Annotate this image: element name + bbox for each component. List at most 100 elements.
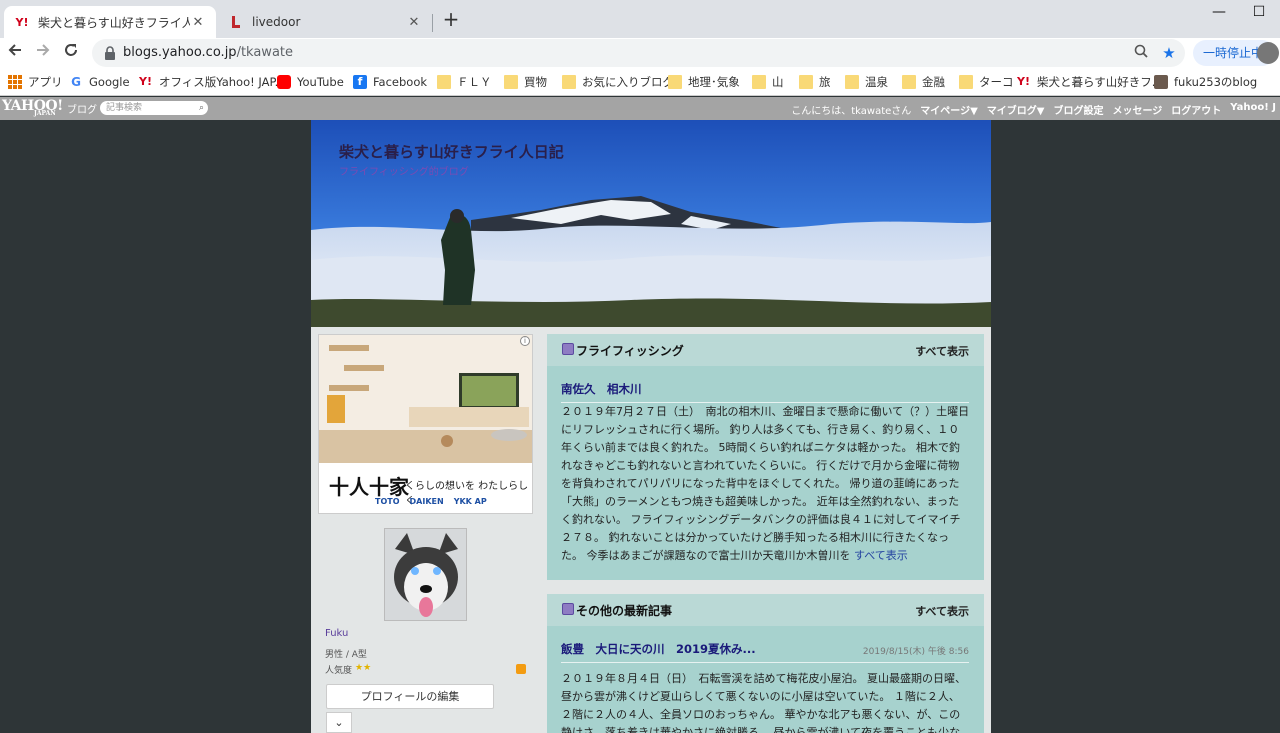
post-date: 2019/8/15(木) 午後 8:56 <box>862 647 969 657</box>
post-title[interactable]: 飯豊 大日に天の川 2019夏休み... <box>561 641 756 657</box>
article-search-input[interactable]: 記事検索 ⌕ <box>100 101 208 115</box>
tab-separator <box>432 14 433 32</box>
link-messages[interactable]: メッセージ <box>1112 102 1162 117</box>
divider <box>561 662 969 663</box>
edit-profile-button[interactable]: プロフィールの編集 <box>326 684 494 709</box>
popularity-label: 人気度 <box>325 666 353 676</box>
panel-latest-articles: その他の最新記事 すべて表示 飯豊 大日に天の川 2019夏休み... 2019… <box>547 594 984 733</box>
bookmark-folder-blogs[interactable]: お気に入りブログ <box>562 73 674 91</box>
profile-paused-button[interactable]: 一時停止中 <box>1193 40 1279 66</box>
avatar <box>1257 42 1279 64</box>
paused-label: 一時停止中 <box>1203 46 1264 60</box>
ad-brand: 十人十家 <box>329 475 409 499</box>
ad-logo-ykkap: YKK AP <box>453 497 487 506</box>
folder-icon <box>668 75 682 89</box>
star-icon: ★★ <box>355 663 372 673</box>
blog-title[interactable]: 柴犬と暮らす山好きフライ人日記 <box>339 141 564 162</box>
panel-title[interactable]: その他の最新記事 <box>576 602 672 619</box>
lock-icon <box>105 46 115 60</box>
bookmark-folder-onsen[interactable]: 温泉 <box>845 73 888 91</box>
bookmark-folder-finance[interactable]: 金融 <box>902 73 945 91</box>
yahoo-links: こんにちは、tkawateさん マイページ▼ マイブログ▼ ブログ設定 メッセー… <box>791 102 1276 117</box>
profile-image[interactable] <box>384 528 467 621</box>
close-icon[interactable]: ✕ <box>190 15 206 30</box>
bookmarks-bar: アプリ G Google Y! オフィス版Yahoo! JAP... YouTube… <box>0 68 1280 96</box>
tab-strip: Y! 柴犬と暮らす山好きフライ人日記 - Y ✕ livedoor ✕ + — … <box>0 0 1280 38</box>
husky-photo <box>385 529 466 620</box>
advertisement[interactable]: i 十人十家 くらしの想いを わたしらしく TOTO DAIKEN YKK AP <box>318 334 533 514</box>
bookmark-google[interactable]: G Google <box>69 73 130 91</box>
blog-subtitle: フライフィッシング的ブログ <box>339 167 469 178</box>
bookmark-blog[interactable]: Y! 柴犬と暮らす山好きフ... <box>1017 73 1163 91</box>
folder-icon <box>799 75 813 89</box>
minimize-button[interactable]: — <box>1208 4 1230 20</box>
panel-header: その他の最新記事 すべて表示 <box>547 594 984 626</box>
forward-arrow-icon <box>37 44 50 56</box>
link-myblog[interactable]: マイブログ▼ <box>987 102 1045 117</box>
link-blog-settings[interactable]: ブログ設定 <box>1053 102 1103 117</box>
livedoor-icon <box>228 14 244 30</box>
forward-button[interactable] <box>32 42 54 64</box>
bookmark-apps[interactable]: アプリ <box>8 73 63 91</box>
yahoo-icon: Y! <box>139 75 152 88</box>
google-icon: G <box>71 75 81 89</box>
profile-info: 男性 / A型 <box>325 650 367 660</box>
bookmark-folder-geo[interactable]: 地理･気象 <box>668 73 740 91</box>
facebook-icon: f <box>353 75 367 89</box>
ad-logos: TOTO DAIKEN YKK AP <box>375 497 487 506</box>
bookmark-folder-fly[interactable]: ＦＬＹ <box>437 73 492 91</box>
bookmark-youtube[interactable]: YouTube <box>277 73 344 91</box>
back-button[interactable] <box>4 42 26 64</box>
rss-icon[interactable] <box>516 664 526 674</box>
bookmark-yahoo-office[interactable]: Y! オフィス版Yahoo! JAP... <box>139 73 286 91</box>
yahoo-icon: Y! <box>1017 75 1030 88</box>
yahoo-logo[interactable]: YAHOO! JAPAN <box>2 98 63 117</box>
url-text: blogs.yahoo.co.jp/tkawate <box>123 45 293 60</box>
tab-title: 柴犬と暮らす山好きフライ人日記 - Y <box>38 15 190 30</box>
photo-icon <box>1154 75 1168 89</box>
bookmark-facebook[interactable]: f Facebook <box>353 73 427 91</box>
post-title[interactable]: 南佐久 相木川 <box>561 381 642 397</box>
folder-icon <box>562 75 576 89</box>
reload-icon <box>65 44 77 56</box>
address-bar[interactable]: blogs.yahoo.co.jp/tkawate ★ <box>92 39 1185 67</box>
reload-button[interactable] <box>60 42 82 64</box>
panel-title[interactable]: フライフィッシング <box>576 342 684 359</box>
bookmark-folder-mountain[interactable]: 山 <box>752 73 784 91</box>
post-body: ２０１９年８月４日（日） 石転雪渓を詰めて梅花皮小屋泊。 夏山最盛期の日曜、昼か… <box>561 672 966 733</box>
tab-blog[interactable]: Y! 柴犬と暮らす山好きフライ人日記 - Y ✕ <box>4 6 216 38</box>
ad-logo-toto: TOTO <box>375 497 400 506</box>
blog-label: ブログ <box>67 105 97 116</box>
folder-icon <box>437 75 451 89</box>
bookmark-folder-travel[interactable]: 旅 <box>799 73 831 91</box>
new-tab-button[interactable]: + <box>441 9 461 30</box>
show-all-link[interactable]: すべて表示 <box>854 549 908 562</box>
ad-logo-daiken: DAIKEN <box>409 497 444 506</box>
search-icon[interactable] <box>1131 43 1151 63</box>
show-all-link[interactable]: すべて表示 <box>915 603 969 619</box>
search-icon[interactable]: ⌕ <box>199 101 204 115</box>
back-arrow-icon <box>8 44 21 56</box>
bookmark-star-icon[interactable]: ★ <box>1159 43 1179 63</box>
maximize-button[interactable]: ☐ <box>1248 4 1270 20</box>
panel-fly-fishing: フライフィッシング すべて表示 南佐久 相木川 ２０１９年7月２７日（土） 南北… <box>547 334 984 580</box>
blog-page: 柴犬と暮らす山好きフライ人日記 フライフィッシング的ブログ i 十人十家 くらし… <box>311 120 991 733</box>
show-all-link[interactable]: すべて表示 <box>915 343 969 359</box>
bookmark-folder-shopping[interactable]: 買物 <box>504 73 547 91</box>
link-yahoo-japan[interactable]: Yahoo! J <box>1230 102 1276 117</box>
bookmark-fuku253[interactable]: fuku253のblog <box>1154 73 1257 91</box>
close-icon[interactable]: ✕ <box>406 15 422 30</box>
tab-livedoor[interactable]: livedoor ✕ <box>218 6 432 38</box>
chevron-down-icon[interactable]: ⌄ <box>326 712 352 733</box>
folder-icon <box>504 75 518 89</box>
link-logout[interactable]: ログアウト <box>1171 102 1221 117</box>
link-mypage[interactable]: マイページ▼ <box>920 102 978 117</box>
folder-icon <box>902 75 916 89</box>
panel-header: フライフィッシング すべて表示 <box>547 334 984 366</box>
greeting: こんにちは、tkawateさん <box>791 106 912 117</box>
ad-info-icon[interactable]: i <box>520 336 530 346</box>
blog-banner: 柴犬と暮らす山好きフライ人日記 フライフィッシング的ブログ <box>311 120 991 327</box>
yahoo-blog-bar: YAHOO! JAPAN ブログ 記事検索 ⌕ こんにちは、tkawateさん マイ… <box>0 97 1280 120</box>
bookmark-folder-taako[interactable]: ターコ <box>959 73 1014 91</box>
profile-name[interactable]: Fuku <box>325 628 348 639</box>
